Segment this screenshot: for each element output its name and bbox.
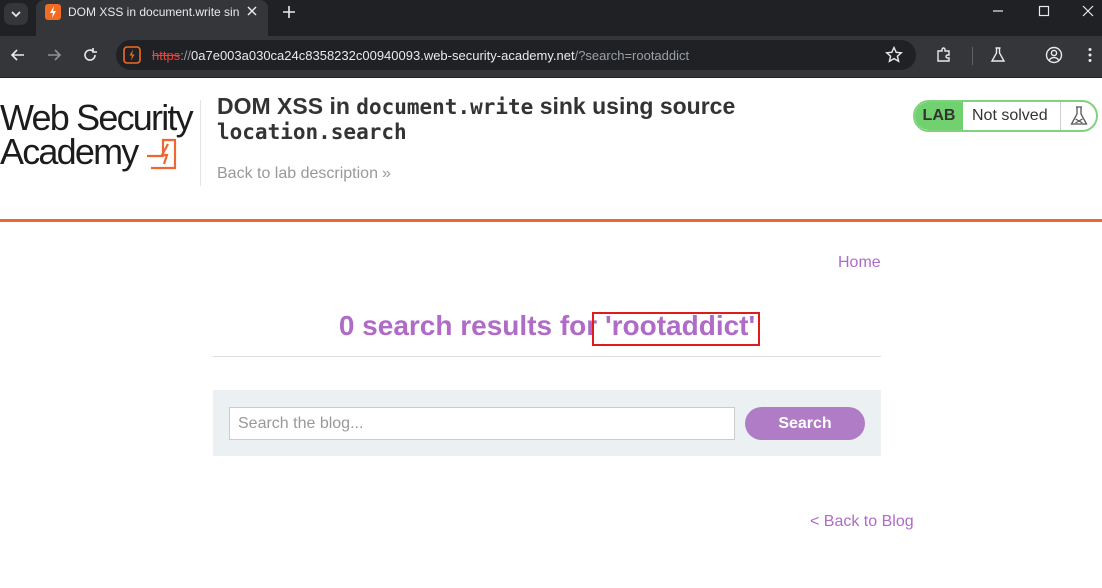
- lab-title: DOM XSS in document.write sink using sou…: [217, 94, 817, 144]
- back-link-label: Back to lab description: [217, 165, 378, 182]
- maximize-icon[interactable]: [1036, 3, 1052, 19]
- lab-title-code: location.search: [217, 120, 407, 144]
- url-scheme: https: [152, 48, 181, 63]
- reload-icon[interactable]: [80, 45, 100, 65]
- highlight-annotation-box: [592, 312, 760, 346]
- forward-arrow-icon[interactable]: [44, 45, 64, 65]
- address-bar[interactable]: https://0a7e003a030ca24c8358232c00940093…: [116, 40, 916, 70]
- lab-status-icon-cell: [1060, 102, 1096, 130]
- search-results-heading: 0 search results for 'rootaddict': [213, 310, 881, 342]
- results-divider: [213, 356, 881, 357]
- lab-title-part: DOM XSS in: [217, 93, 357, 119]
- lab-status-widget: LAB Not solved: [913, 100, 1098, 132]
- logo-line-2: Academy: [0, 131, 139, 172]
- extensions-puzzle-icon[interactable]: [934, 45, 954, 65]
- lab-header: Web Security Academy DOM XSS in document…: [0, 78, 1102, 222]
- toolbar-separator: [972, 47, 973, 65]
- home-link[interactable]: Home: [838, 254, 881, 272]
- browser-tab-strip: DOM XSS in document.write sink using sou…: [0, 0, 1102, 36]
- minimize-icon[interactable]: [990, 3, 1006, 19]
- lab-title-part: sink using source: [533, 93, 736, 119]
- flask-icon: [1070, 106, 1088, 125]
- lab-title-code: document.write: [356, 95, 534, 119]
- browser-toolbar: https://0a7e003a030ca24c8358232c00940093…: [0, 36, 1102, 78]
- url-host: 0a7e003a030ca24c8358232c00940093.web-sec…: [191, 48, 575, 63]
- close-window-icon[interactable]: [1080, 3, 1096, 19]
- double-chevron-icon: »: [381, 165, 391, 182]
- back-to-lab-description-link[interactable]: Back to lab description»: [217, 165, 391, 183]
- kebab-menu-icon[interactable]: [1080, 45, 1100, 65]
- url-text[interactable]: https://0a7e003a030ca24c8358232c00940093…: [152, 48, 689, 63]
- back-arrow-icon[interactable]: [8, 45, 28, 65]
- site-info-icon[interactable]: [122, 45, 142, 65]
- search-input[interactable]: [229, 407, 735, 440]
- bookmark-star-icon[interactable]: [884, 45, 904, 65]
- profile-avatar-icon[interactable]: [1044, 45, 1064, 65]
- url-path: /?search=rootaddict: [574, 48, 690, 63]
- back-to-blog-link[interactable]: < Back to Blog: [810, 513, 914, 531]
- lightning-bolt-icon: [147, 138, 177, 170]
- header-divider: [200, 100, 201, 186]
- close-icon[interactable]: [244, 3, 260, 19]
- search-panel: Search: [213, 390, 881, 456]
- burp-favicon-icon: [45, 4, 61, 20]
- new-tab-plus-icon[interactable]: [280, 3, 298, 21]
- url-separator: ://: [180, 48, 192, 63]
- browser-tab[interactable]: DOM XSS in document.write sink using sou…: [36, 0, 268, 36]
- tab-title: DOM XSS in document.write sink using sou…: [68, 5, 240, 19]
- lab-status-text: Not solved: [972, 107, 1048, 124]
- results-prefix: 0 search results for: [338, 310, 605, 341]
- tab-search-dropdown[interactable]: [4, 3, 28, 25]
- labs-flask-icon[interactable]: [988, 45, 1008, 65]
- search-button[interactable]: Search: [745, 407, 865, 440]
- lab-badge: LAB: [915, 102, 963, 130]
- chevron-down-icon: [11, 11, 21, 18]
